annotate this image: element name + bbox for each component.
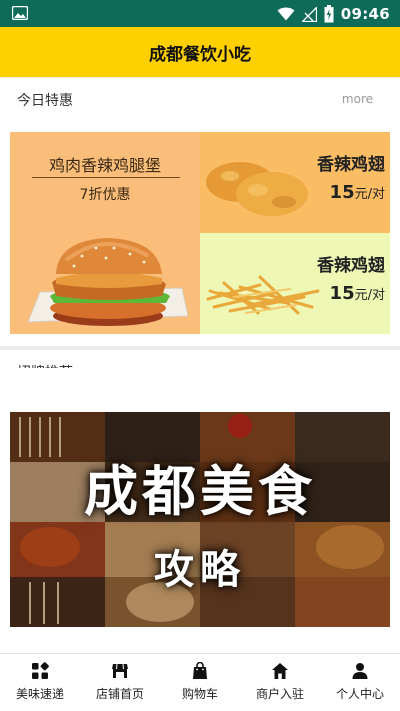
bottom-nav: 美味速递 店铺首页 购物车 商户入驻 个人中心 [0,653,400,711]
home-icon [272,663,288,679]
promo-banner[interactable]: 鸡肉香辣鸡腿堡 7折优惠 香辣鸡翅 15元/对 香辣鸡翅 15元/对 [10,132,390,334]
burger-image [27,238,189,326]
promo-item-name: 鸡肉香辣鸡腿堡 [48,156,161,175]
section-title: 今日特惠 [17,93,73,109]
status-bar: 09:46 [0,0,400,27]
grid-icon [32,662,49,679]
promo-main-item[interactable]: 鸡肉香辣鸡腿堡 7折优惠 [10,132,200,334]
french-fries-image [206,275,320,315]
nav-item-store-home[interactable]: 店铺首页 [80,654,160,711]
user-icon [352,663,368,679]
promo-item-name: 香辣鸡翅 [317,256,385,276]
nav-item-merchant-join[interactable]: 商户入驻 [240,654,320,711]
promo-item-name: 香辣鸡翅 [317,155,385,175]
title-bar: 成都餐饮小吃 [0,27,400,77]
bag-icon [193,662,207,679]
clock: 09:46 [340,5,390,23]
more-link[interactable]: more [342,92,373,106]
signature-card: 成都美食 攻略 [0,368,400,643]
nav-label: 商户入驻 [255,687,304,701]
promo-item-desc: 7折优惠 [79,187,131,203]
signal-icon [301,6,317,22]
section-header-today-special: 今日特惠 more [0,78,400,120]
banner-subtitle: 攻略 [154,547,246,593]
nav-label: 个人中心 [335,687,384,701]
page-title: 成都餐饮小吃 [149,44,251,65]
today-special-card: 鸡肉香辣鸡腿堡 7折优惠 香辣鸡翅 15元/对 香辣鸡翅 15元/对 [0,120,400,346]
nav-label: 店铺首页 [95,687,144,701]
battery-icon [324,5,334,23]
chicken-wings-image [206,162,308,216]
promo-side-item-2[interactable]: 香辣鸡翅 15元/对 [200,233,390,334]
promo-side-item-1[interactable]: 香辣鸡翅 15元/对 [200,132,390,233]
promo-item-price: 15元/对 [329,182,385,203]
nav-item-delivery[interactable]: 美味速递 [0,654,80,711]
banner-title: 成都美食 [84,460,316,523]
image-icon [12,6,28,20]
next-section-peek [0,643,400,653]
divider [32,177,180,178]
nav-label: 美味速递 [15,687,64,701]
signature-banner[interactable]: 成都美食 攻略 [10,412,390,627]
nav-item-cart[interactable]: 购物车 [160,654,240,711]
wifi-icon [277,7,295,21]
nav-item-profile[interactable]: 个人中心 [320,654,400,711]
promo-item-price: 15元/对 [329,283,385,304]
store-icon [112,663,128,678]
nav-label: 购物车 [181,687,218,701]
